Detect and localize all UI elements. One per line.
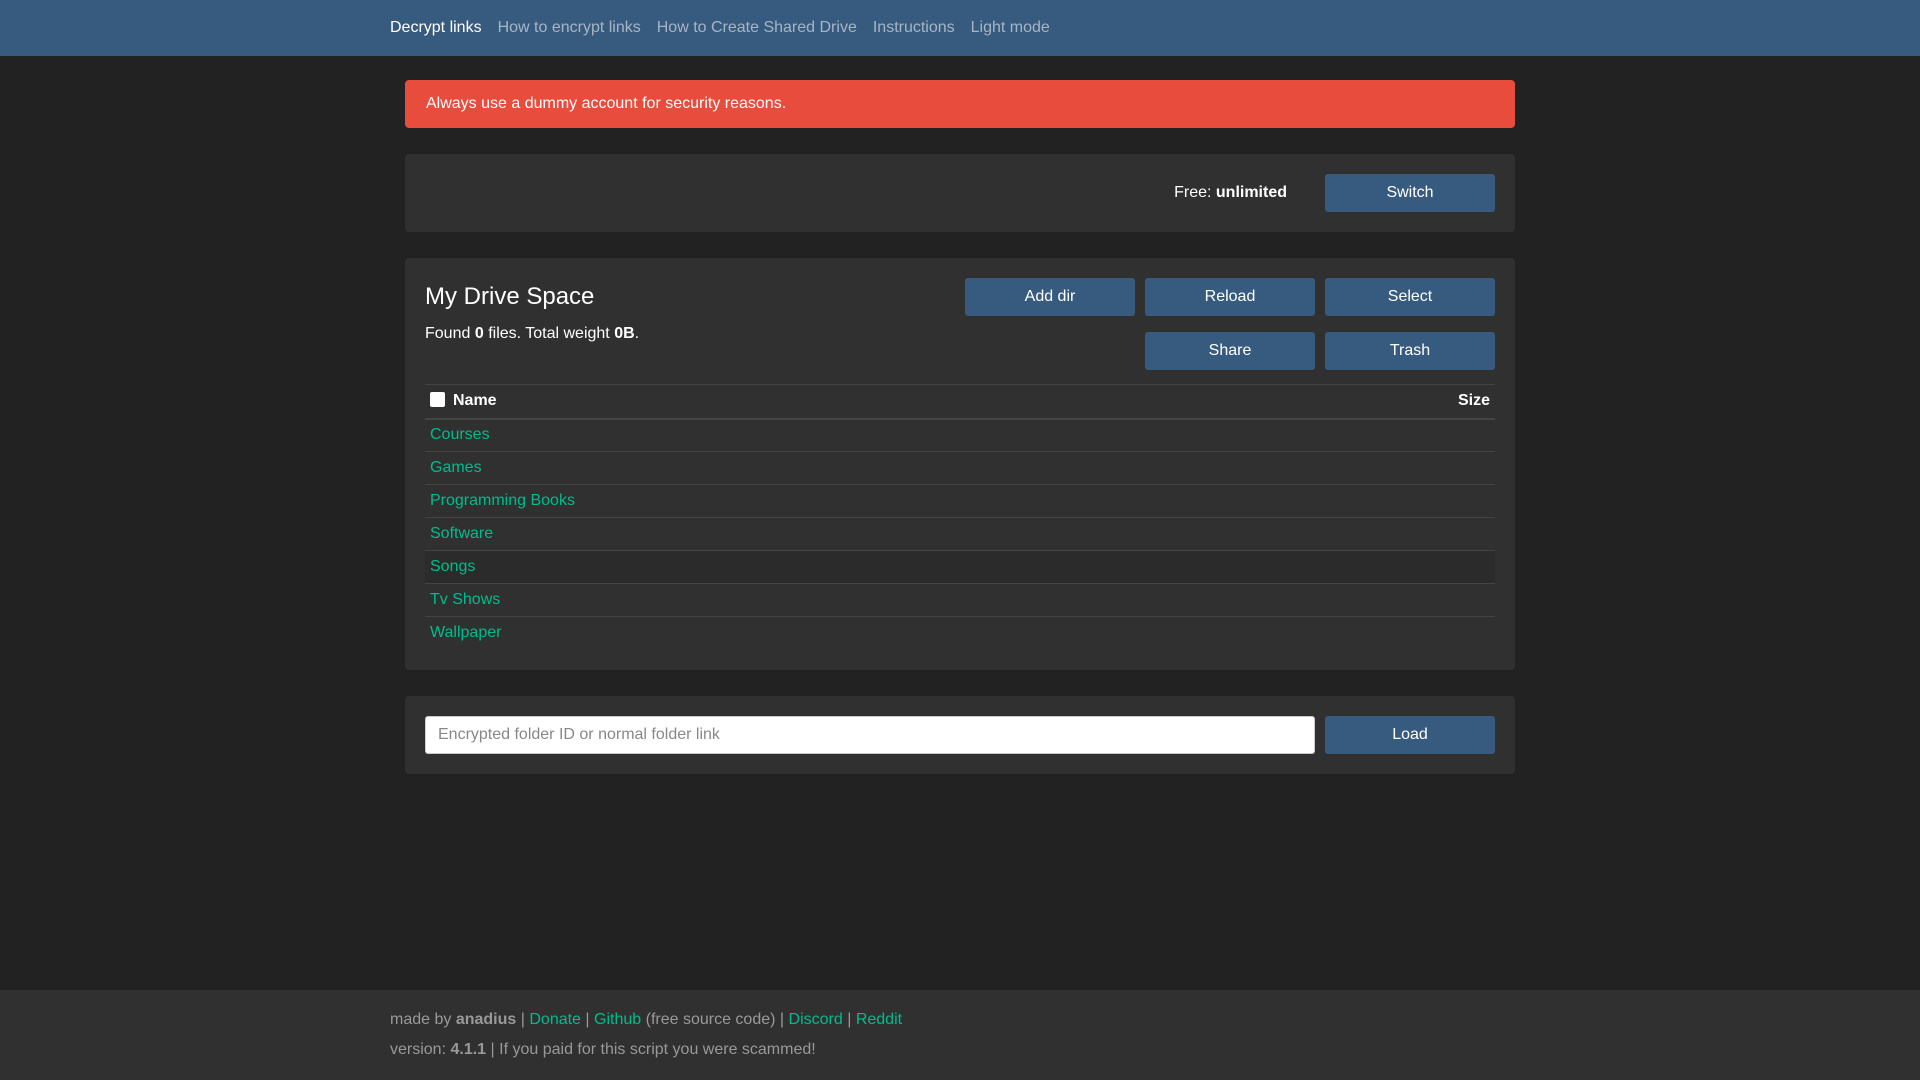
files-table: Name Size Courses Games Programming Book… <box>425 384 1495 650</box>
footer-separator: | <box>779 1011 785 1028</box>
table-row: Wallpaper <box>425 616 1495 650</box>
reload-button[interactable]: Reload <box>1145 278 1315 316</box>
summary-suffix: . <box>634 325 640 342</box>
folder-size <box>1266 550 1495 584</box>
drive-header: My Drive Space Found 0 files. Total weig… <box>425 278 1495 378</box>
drive-title: My Drive Space <box>425 283 595 310</box>
folder-size <box>1266 583 1495 617</box>
table-row: Programming Books <box>425 484 1495 518</box>
load-card: Load <box>405 695 1515 774</box>
folder-link-input[interactable] <box>425 715 1315 754</box>
reddit-link[interactable]: Reddit <box>856 1011 902 1028</box>
author-name: anadius <box>455 1011 517 1028</box>
nav-light-mode[interactable]: Light mode <box>971 11 1050 45</box>
share-button[interactable]: Share <box>1145 332 1315 370</box>
drive-actions: Add dir Reload Select Share Trash <box>965 278 1495 378</box>
drive-summary: Found 0 files. Total weight 0B. <box>425 325 639 343</box>
table-row: Courses <box>425 418 1495 452</box>
security-alert: Always use a dummy account for security … <box>405 80 1515 128</box>
table-row: Games <box>425 451 1495 485</box>
table-header-row: Name Size <box>425 384 1495 420</box>
page-footer: made by anadius | Donate | Github (free … <box>0 990 1920 1080</box>
folder-size <box>1266 484 1495 518</box>
version-number: 4.1.1 <box>450 1041 487 1058</box>
nav-decrypt-links[interactable]: Decrypt links <box>390 11 482 45</box>
folder-link-programming-books[interactable]: Programming Books <box>430 492 575 509</box>
alert-message: Always use a dummy account for security … <box>426 95 787 112</box>
footer-version: version: 4.1.1 | If you paid for this sc… <box>390 1040 1920 1070</box>
scam-warning: | If you paid for this script you were s… <box>490 1041 816 1058</box>
folder-link-games[interactable]: Games <box>430 459 482 476</box>
discord-link[interactable]: Discord <box>789 1011 843 1028</box>
drive-card: My Drive Space Found 0 files. Total weig… <box>405 258 1515 670</box>
footer-separator: | <box>520 1011 525 1028</box>
quota-text: Free: unlimited <box>1174 184 1287 202</box>
main-container: Always use a dummy account for security … <box>405 80 1515 800</box>
folder-link-wallpaper[interactable]: Wallpaper <box>430 624 501 641</box>
files-mid-text: files. Total weight <box>488 325 610 342</box>
switch-button[interactable]: Switch <box>1325 174 1495 212</box>
total-weight: 0B <box>614 325 635 342</box>
quota-card: Free: unlimited Switch <box>405 154 1515 232</box>
load-row: Load <box>425 715 1495 754</box>
button-spacer <box>965 332 1135 370</box>
select-button[interactable]: Select <box>1325 278 1495 316</box>
name-header-label: Name <box>453 392 497 410</box>
version-label: version: <box>390 1041 447 1058</box>
load-button[interactable]: Load <box>1325 715 1495 754</box>
folder-size <box>1266 616 1495 650</box>
folder-link-songs[interactable]: Songs <box>430 558 475 575</box>
trash-button[interactable]: Trash <box>1325 332 1495 370</box>
file-count: 0 <box>474 325 484 342</box>
quota-value: unlimited <box>1215 184 1287 201</box>
footer-separator: | <box>847 1011 852 1028</box>
name-column-header: Name <box>425 384 1267 420</box>
made-by-text: made by <box>390 1011 452 1028</box>
nav-instructions[interactable]: Instructions <box>873 11 955 45</box>
table-row: Tv Shows <box>425 583 1495 617</box>
table-row: Software <box>425 517 1495 551</box>
size-column-header: Size <box>1266 384 1495 420</box>
folder-size <box>1266 517 1495 551</box>
add-dir-button[interactable]: Add dir <box>965 278 1135 316</box>
quota-label: Free: <box>1174 184 1212 201</box>
folder-size <box>1266 451 1495 485</box>
nav-shared-drive[interactable]: How to Create Shared Drive <box>657 11 857 45</box>
drive-info: My Drive Space Found 0 files. Total weig… <box>425 278 639 378</box>
github-note: (free source code) <box>645 1011 776 1028</box>
footer-separator: | <box>585 1011 590 1028</box>
table-row: Songs <box>425 550 1495 584</box>
folder-size <box>1266 418 1495 452</box>
folder-link-tv-shows[interactable]: Tv Shows <box>430 591 500 608</box>
top-navbar: Decrypt links How to encrypt links How t… <box>0 0 1920 56</box>
found-prefix: Found <box>425 325 471 342</box>
donate-link[interactable]: Donate <box>529 1011 581 1028</box>
github-link[interactable]: Github <box>594 1011 641 1028</box>
footer-credits: made by anadius | Donate | Github (free … <box>390 1010 1920 1040</box>
select-all-checkbox[interactable] <box>430 392 445 408</box>
quota-row: Free: unlimited Switch <box>425 174 1495 212</box>
folder-link-courses[interactable]: Courses <box>430 426 490 443</box>
folder-link-software[interactable]: Software <box>430 525 493 542</box>
nav-how-to-encrypt[interactable]: How to encrypt links <box>498 11 641 45</box>
